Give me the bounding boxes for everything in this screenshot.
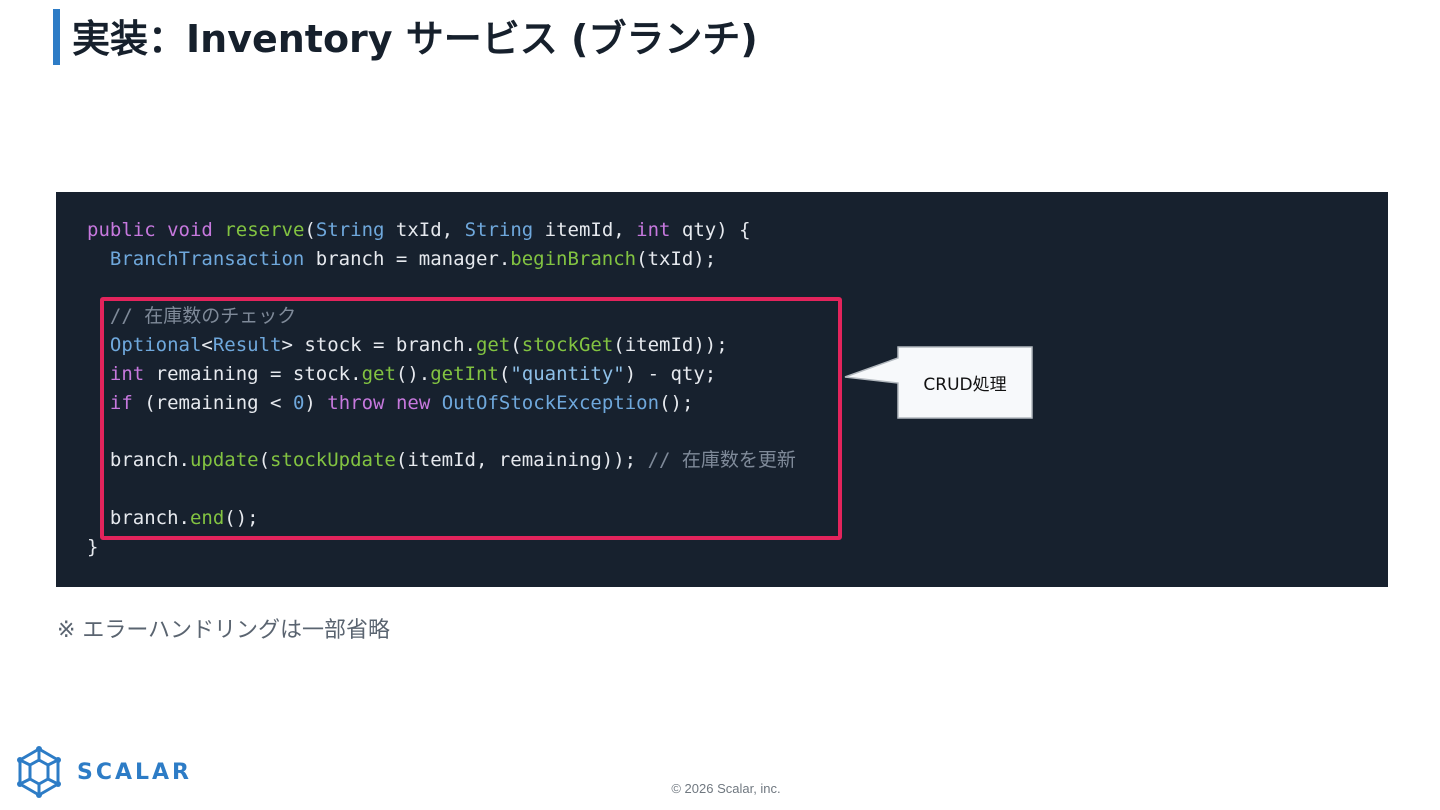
code-token: public bbox=[87, 219, 156, 241]
code-line-2: BranchTransaction branch = manager.begin… bbox=[87, 248, 716, 270]
code-token: txId, bbox=[384, 219, 465, 241]
code-token: qty) { bbox=[670, 219, 751, 241]
code-token: branch = manager. bbox=[304, 247, 511, 270]
code-token: (txId); bbox=[636, 247, 717, 270]
code-token: reserve bbox=[224, 219, 305, 241]
title-accent-bar bbox=[53, 9, 60, 65]
code-token: String bbox=[464, 219, 534, 241]
callout-label: CRUD処理 bbox=[923, 375, 1007, 395]
code-token: beginBranch bbox=[510, 247, 637, 270]
code-line-1: public void reserve(String txId, String … bbox=[87, 219, 751, 241]
code-token: BranchTransaction bbox=[109, 247, 305, 270]
code-token: ( bbox=[304, 219, 316, 241]
code-token: void bbox=[167, 219, 213, 241]
code-token: int bbox=[636, 219, 671, 241]
crud-highlight-box bbox=[100, 297, 842, 540]
code-line-12: } bbox=[87, 535, 99, 558]
footnote: ※ エラーハンドリングは一部省略 bbox=[57, 618, 390, 643]
code-token: itemId, bbox=[533, 219, 637, 241]
copyright-footer: © 2026 Scalar, inc. bbox=[671, 781, 781, 796]
slide-title: 実装：Inventory サービス (ブランチ) bbox=[72, 17, 758, 61]
code-token: String bbox=[315, 219, 385, 241]
